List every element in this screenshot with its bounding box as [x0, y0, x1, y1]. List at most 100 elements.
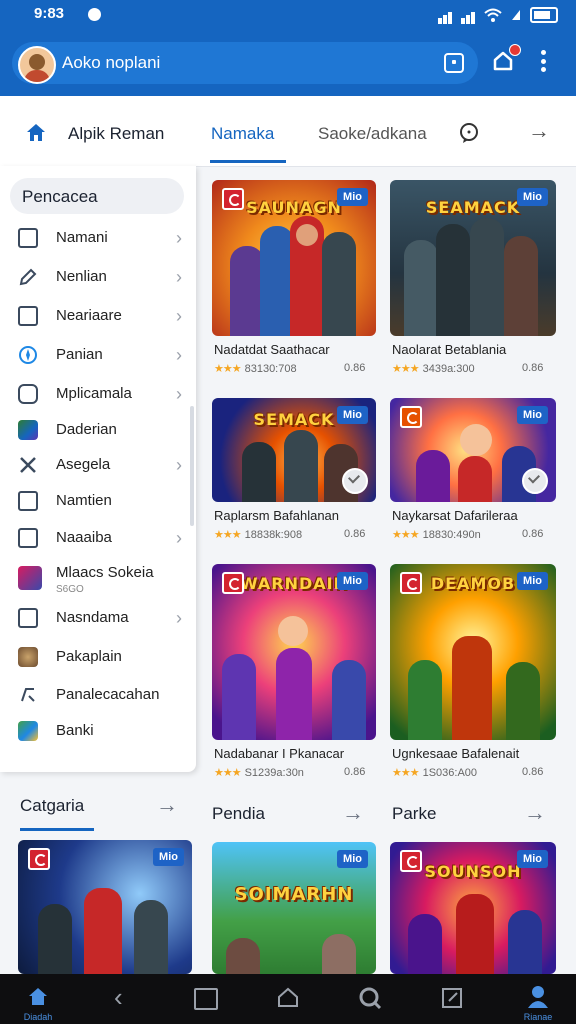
section-underline	[20, 828, 94, 831]
sidebar-item-pakaplain[interactable]: Pakaplain	[18, 643, 188, 673]
game-thumbnail[interactable]: SAUNAGN Mio	[212, 180, 376, 336]
tab-home[interactable]: Alpik Reman	[68, 124, 164, 144]
game-thumbnail[interactable]: SOIMARHN Mio	[212, 842, 376, 974]
publisher-logo-icon	[400, 850, 422, 872]
home-icon[interactable]	[25, 122, 47, 142]
game-thumbnail[interactable]: SOUNSOH Mio	[390, 842, 556, 974]
sidebar-item-mlaacs-sokeia[interactable]: Mlaacs Sokeia S6GO	[18, 562, 188, 598]
chevron-right-icon: ›	[176, 528, 182, 548]
section-arrow-icon[interactable]: →	[342, 800, 364, 826]
game-thumbnail-icon	[18, 647, 38, 667]
game-card[interactable]: DEAMOB Mio Ugnkesaae Bafalenait ★★★ 1S036…	[390, 564, 558, 784]
avatar[interactable]	[18, 46, 56, 84]
battery-icon	[530, 7, 558, 23]
rating-stars-icon: ★★★	[392, 363, 420, 375]
nav-edit[interactable]	[432, 982, 472, 1016]
badge: Mio	[337, 850, 368, 868]
publisher-logo-icon	[222, 188, 244, 210]
sidebar-item-banki[interactable]: Banki	[18, 717, 188, 747]
chevron-left-icon: ‹	[114, 982, 123, 1012]
nav-home-outline[interactable]	[268, 982, 308, 1016]
nav-home[interactable]: Diadah	[18, 982, 58, 1022]
search-text: Aoko noplani	[62, 53, 161, 72]
game-thumbnail[interactable]: WARNDAIN Mio	[212, 564, 376, 740]
house-outline-icon	[278, 987, 298, 1007]
publisher-logo-icon	[28, 848, 50, 870]
game-card[interactable]: SEAMACK Mio Naolarat Betablania ★★★ 3439a…	[390, 180, 558, 380]
nav-back[interactable]: ‹	[104, 982, 144, 1016]
signal-2-icon	[461, 6, 476, 24]
game-card[interactable]: SAUNAGN Mio Nadatdat Saathacar ★★★ 83130:…	[212, 180, 378, 380]
tab-saoke[interactable]: Saoke/adkana	[318, 124, 427, 144]
status-icons	[438, 6, 558, 24]
search-bar[interactable]: Aoko noplani	[12, 42, 478, 84]
sidebar-item-panalecacahan[interactable]: Panalecacahan	[18, 681, 188, 711]
game-thumbnail[interactable]: SEAMACK Mio	[390, 180, 556, 336]
sidebar-item-namtien[interactable]: Namtien	[18, 487, 188, 517]
publisher-logo-icon	[222, 572, 244, 594]
chat-icon[interactable]	[458, 122, 480, 144]
installed-check-icon[interactable]	[522, 468, 548, 494]
game-card[interactable]: Mio Naykarsat Dafarileraa ★★★ 18830:490n 0…	[390, 398, 558, 548]
compass-icon	[19, 346, 37, 364]
game-meta: ★★★ S1239a:30n 0.86	[214, 766, 366, 779]
sidebar-item-mplicamala[interactable]: Mplicamala ›	[18, 380, 188, 410]
sidebar-item-daderian[interactable]: Daderian	[18, 416, 188, 446]
sidebar-item-neariaare[interactable]: Neariaare ›	[18, 302, 188, 332]
sidebar-item-nasndama[interactable]: Nasndama ›	[18, 604, 188, 634]
sidebar-item-namani[interactable]: Namani ›	[18, 224, 188, 254]
game-meta: ★★★ 1S036:A00 0.86	[392, 766, 544, 779]
signal-icon	[438, 6, 453, 24]
game-thumbnail[interactable]: Mio	[18, 840, 192, 974]
game-title: Naykarsat Dafarileraa	[392, 508, 518, 523]
sidebar-item-asegela[interactable]: Asegela ›	[18, 451, 188, 481]
game-thumbnail[interactable]: DEAMOB Mio	[390, 564, 556, 740]
game-title: Raplarsm Bafahlanan	[214, 508, 340, 523]
bottom-navigation: Diadah ‹ Rianae	[0, 974, 576, 1024]
sidebar-item-panian[interactable]: Panian ›	[18, 341, 188, 371]
badge: Mio	[517, 850, 548, 868]
section-arrow-icon[interactable]: →	[524, 800, 546, 826]
game-card[interactable]: SEMACK Mio Raplarsm Bafahlanan ★★★ 18838k…	[212, 398, 378, 548]
sidebar-scrollbar[interactable]	[190, 406, 194, 526]
network-icon	[512, 10, 520, 20]
list-icon	[18, 491, 38, 511]
game-card[interactable]: Mio	[18, 840, 192, 974]
game-card[interactable]: SOUNSOH Mio	[390, 842, 558, 974]
status-time: 9:83	[34, 5, 65, 22]
scan-icon[interactable]	[444, 53, 464, 73]
sidebar-item-nenlian[interactable]: Nenlian ›	[18, 263, 188, 293]
more-menu-icon[interactable]	[540, 50, 546, 72]
sidebar-item-naaaiba[interactable]: Naaaiba ›	[18, 524, 188, 554]
badge: Mio	[517, 188, 548, 206]
game-thumbnail[interactable]: Mio	[390, 398, 556, 502]
game-meta: ★★★ 3439a:300 0.86	[392, 362, 544, 375]
game-thumbnail-icon	[18, 566, 42, 590]
nav-library[interactable]	[186, 982, 226, 1016]
flag-icon	[18, 528, 38, 548]
game-card[interactable]: WARNDAIN Mio Nadabanar I Pkanacar ★★★ S12…	[212, 564, 378, 784]
gamepad-icon	[18, 384, 38, 404]
nav-profile[interactable]: Rianae	[518, 982, 558, 1022]
chevron-right-icon: ›	[176, 306, 182, 326]
chevron-right-icon: ›	[176, 608, 182, 628]
sidebar-header[interactable]: Pencacea	[10, 178, 184, 214]
chevron-right-icon: ›	[176, 455, 182, 475]
tab-namaka[interactable]: Namaka	[211, 124, 274, 144]
nav-search[interactable]	[350, 982, 390, 1016]
tab-arrow-icon[interactable]: →	[528, 118, 550, 144]
game-title: Naolarat Betablania	[392, 342, 507, 357]
tab-active-indicator	[210, 160, 286, 163]
chevron-right-icon: ›	[176, 345, 182, 365]
game-meta: ★★★ 18830:490n 0.86	[392, 528, 544, 541]
section-title-parke: Parke	[392, 804, 437, 823]
rating-stars-icon: ★★★	[214, 363, 242, 375]
installed-check-icon[interactable]	[342, 468, 368, 494]
game-card[interactable]: SOIMARHN Mio	[212, 842, 378, 974]
rating-stars-icon: ★★★	[214, 529, 242, 541]
game-thumbnail-icon	[18, 721, 38, 741]
section-arrow-icon[interactable]: →	[156, 792, 178, 818]
game-thumbnail[interactable]: SEMACK Mio	[212, 398, 376, 502]
category-sidebar: Pencacea Namani › Nenlian › Neariaare › …	[0, 166, 196, 772]
section-title-catgaria: Catgaria	[20, 796, 85, 815]
